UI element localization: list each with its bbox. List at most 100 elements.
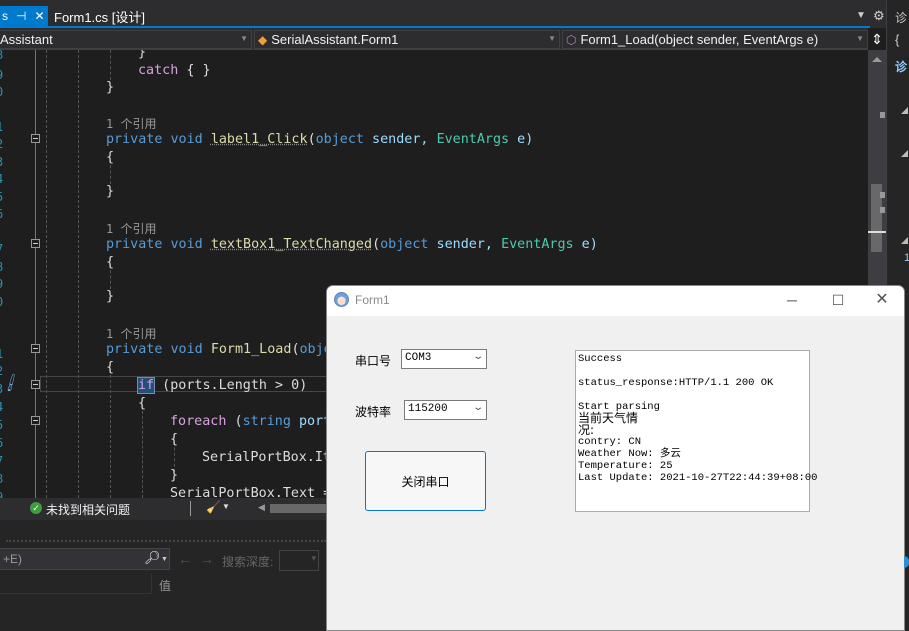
search-icon[interactable]: 🔎︎ <box>144 550 161 566</box>
chevron-down-icon: ⌄ <box>471 352 484 363</box>
scroll-left-icon[interactable]: ◀ <box>258 502 265 513</box>
code-line: catch { } <box>138 63 211 78</box>
form1-window: Form1 ─ ☐ ✕ 串口号 COM3 ⌄ 波特率 115200 ⌄ 关闭串口… <box>326 285 905 631</box>
output-textbox[interactable]: Success status_response:HTTP/1.1 200 OK … <box>575 350 818 512</box>
code-line: foreach (string port <box>170 414 332 429</box>
output-line: Last Update: 2021-10-27T22:44:39+08:00 <box>578 472 818 484</box>
forward-arrow-icon[interactable]: → <box>200 551 214 567</box>
line-number: 4 <box>0 172 4 186</box>
tab-list-dropdown-icon[interactable]: ▼ <box>856 10 866 21</box>
code-line: SerialPortBox.Text = <box>170 486 332 498</box>
panel-value: 1 <box>904 252 909 264</box>
code-line: } <box>170 468 179 483</box>
check-circle-icon: ✓ <box>30 502 42 514</box>
class-dropdown[interactable]: ◆ SerialAssistant.Form1 ▼ <box>254 30 560 49</box>
scroll-up-icon[interactable] <box>872 57 882 62</box>
chevron-down-icon: ▼ <box>856 34 864 43</box>
collapse-icon[interactable] <box>31 344 40 353</box>
expand-triangle-icon[interactable] <box>901 150 908 157</box>
column-header-name[interactable] <box>0 574 152 594</box>
codelens-references[interactable]: 1 个引用 <box>106 220 156 237</box>
chevron-down-icon[interactable]: ▼ <box>161 556 168 563</box>
chevron-down-icon[interactable]: ▼ <box>222 502 230 511</box>
scroll-marker <box>880 207 885 213</box>
tab-form1-designer[interactable]: Form1.cs [设计] <box>48 6 151 26</box>
window-titlebar[interactable]: Form1 ─ ☐ ✕ <box>327 286 904 316</box>
indent-guide <box>78 50 79 498</box>
gear-icon[interactable]: ⚙ <box>873 8 885 24</box>
port-select[interactable]: COM3 ⌄ <box>401 349 487 369</box>
code-line: { <box>106 255 115 270</box>
scroll-marker <box>880 192 885 198</box>
document-tab-strip: s ⊣ ✕ Form1.cs [设计] ▼ ⚙ <box>0 0 893 28</box>
collapse-icon[interactable] <box>31 239 40 248</box>
search-depth-label: 搜索深度: <box>222 555 274 569</box>
method-icon: ⬡ <box>566 32 577 47</box>
output-line: 当前天气情 <box>578 411 639 425</box>
member-dropdown[interactable]: ⬡ Form1_Load(object sender, EventArgs e)… <box>562 30 868 49</box>
baud-label: 波特率 <box>355 405 392 419</box>
horizontal-scrollbar-thumb[interactable] <box>270 504 330 513</box>
line-number: 6 <box>0 207 4 221</box>
line-number: 3 <box>0 155 4 169</box>
close-tab-icon[interactable]: ✕ <box>34 9 44 23</box>
line-number: 9 <box>0 277 4 291</box>
line-number: 7 <box>0 242 4 256</box>
line-number: 9 <box>0 490 4 498</box>
output-line: status_response:HTTP/1.1 200 OK <box>578 377 774 389</box>
app-icon <box>334 292 349 307</box>
close-port-button[interactable]: 关闭串口 <box>365 451 486 511</box>
caret-position-marker <box>868 231 886 233</box>
output-line: contry: CN <box>578 436 642 448</box>
minimize-button[interactable]: ─ <box>769 286 815 316</box>
scroll-marker <box>880 112 885 118</box>
member-name: Form1_Load(object sender, EventArgs e) <box>580 32 819 47</box>
project-dropdown[interactable]: Assistant ▼ <box>0 30 252 49</box>
back-arrow-icon[interactable]: ← <box>178 551 192 567</box>
collapse-icon[interactable] <box>31 380 40 389</box>
panel-tab[interactable]: 诊 <box>895 58 907 75</box>
port-value: COM3 <box>405 352 432 364</box>
line-number: 8 <box>0 260 4 274</box>
line-number: 4 <box>0 400 4 414</box>
code-cleanup-icon[interactable]: 🧹 <box>206 500 221 514</box>
navigation-bar: Assistant ▼ ◆ SerialAssistant.Form1 ▼ ⬡ … <box>0 28 870 50</box>
code-line: private void label1_Click(object sender,… <box>106 132 534 147</box>
expand-triangle-icon[interactable] <box>901 107 908 114</box>
split-window-icon[interactable]: ⇕ <box>868 28 886 50</box>
codelens-references[interactable]: 1 个引用 <box>106 115 156 132</box>
code-line: } <box>106 289 115 304</box>
code-line: SerialPortBox.It <box>202 450 331 465</box>
chevron-down-icon: ⌄ <box>471 403 484 414</box>
baud-value: 115200 <box>408 403 448 415</box>
code-line: { <box>106 150 115 165</box>
line-number: 6 <box>0 436 4 450</box>
maximize-button[interactable]: ☐ <box>815 286 861 316</box>
panel-grip[interactable] <box>6 540 326 543</box>
issues-status[interactable]: 未找到相关问题 <box>46 501 130 518</box>
codelens-references[interactable]: 1 个引用 <box>106 325 156 342</box>
tab-previous-file[interactable]: s ⊣ ✕ <box>0 6 48 26</box>
collapse-icon[interactable] <box>31 134 40 143</box>
code-line: if (ports.Length > 0) <box>136 377 308 394</box>
line-number: 9 <box>0 68 4 82</box>
output-line: Weather Now: 多云 <box>578 448 681 460</box>
code-line: } <box>138 50 147 60</box>
project-name: Assistant <box>0 32 53 47</box>
code-line: { <box>106 360 115 375</box>
close-button[interactable]: ✕ <box>859 286 904 316</box>
line-number: 1 <box>0 347 4 361</box>
line-number: 0 <box>0 295 4 309</box>
selected-keyword: if <box>136 377 156 394</box>
expand-triangle-icon[interactable] <box>901 237 908 244</box>
code-line: { <box>138 396 147 411</box>
line-number: 5 <box>0 190 4 204</box>
search-depth-select[interactable] <box>279 550 319 571</box>
baud-select[interactable]: 115200 ⌄ <box>404 400 487 420</box>
pin-icon[interactable]: ⊣ <box>16 9 26 23</box>
column-header-value[interactable]: 值 <box>159 577 171 594</box>
code-line: } <box>106 184 115 199</box>
outline-line <box>35 50 36 498</box>
collapse-icon[interactable] <box>31 416 40 425</box>
